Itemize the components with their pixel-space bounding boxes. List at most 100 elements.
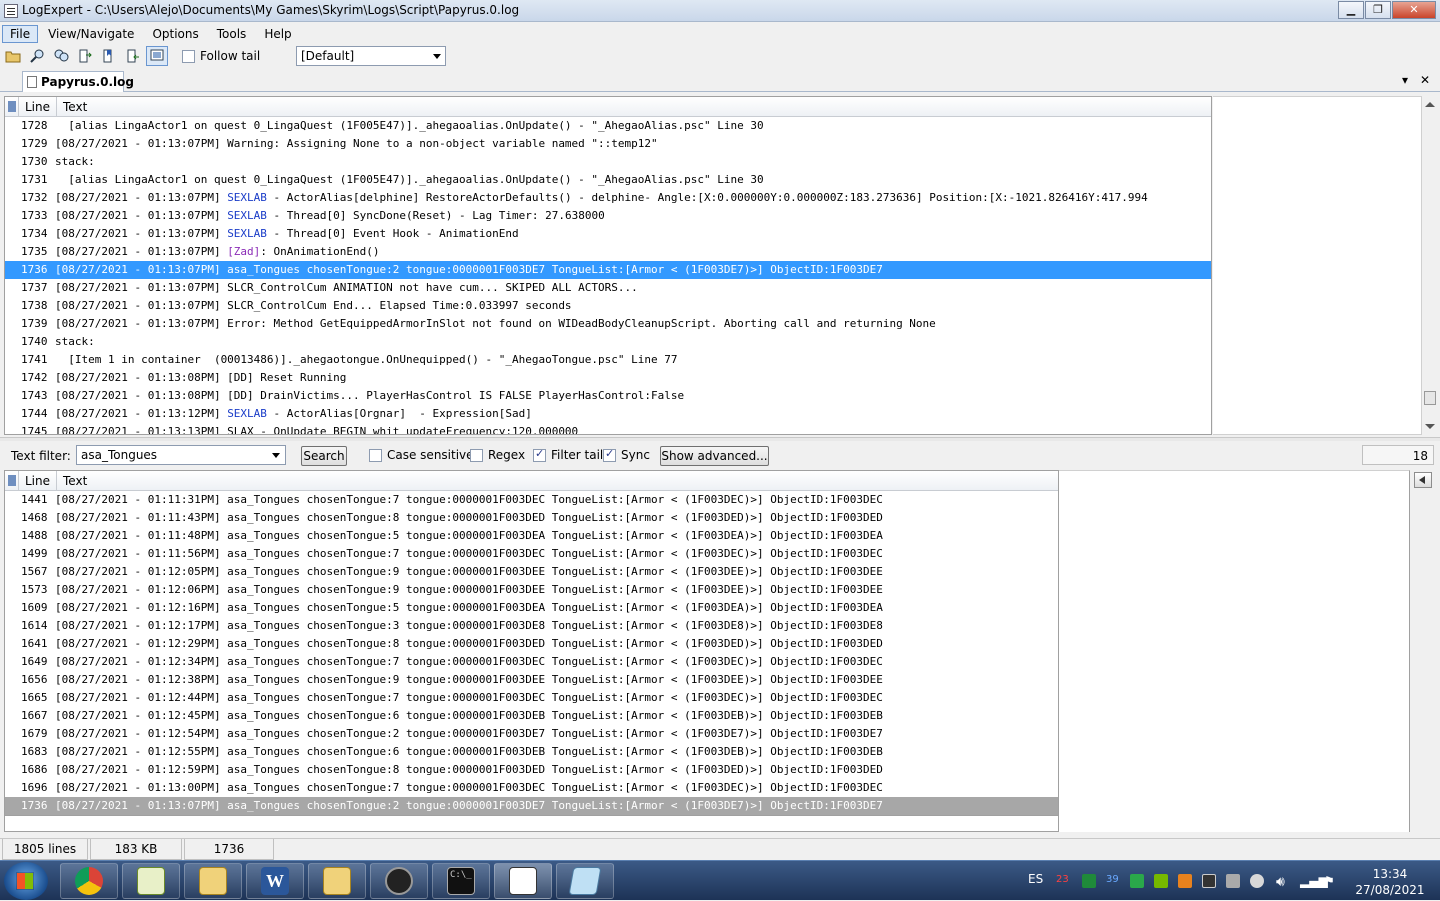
filter-row[interactable]: 1656 [08/27/2021 - 01:12:38PM] asa_Tongue… xyxy=(5,671,1058,689)
log-row[interactable]: 1740 stack: xyxy=(5,333,1211,351)
filter-row[interactable]: 1736 [08/27/2021 - 01:13:07PM] asa_Tongue… xyxy=(5,797,1058,815)
tray-monitor-icon[interactable] xyxy=(1130,874,1144,888)
show-advanced-button[interactable]: Show advanced... xyxy=(660,446,769,466)
follow-tail-checkbox[interactable]: Follow tail xyxy=(182,49,260,63)
case-sensitive-checkbox[interactable]: Case sensitive xyxy=(369,448,474,462)
taskbar-folder[interactable] xyxy=(184,863,242,899)
filter-row[interactable]: 1614 [08/27/2021 - 01:12:17PM] asa_Tongue… xyxy=(5,617,1058,635)
taskbar-clock[interactable]: 13:34 27/08/2021 xyxy=(1350,866,1430,898)
start-button[interactable] xyxy=(4,862,48,900)
pane-splitter[interactable] xyxy=(0,437,1440,441)
open-file-icon[interactable] xyxy=(2,46,24,66)
filter-row[interactable]: 1641 [08/27/2021 - 01:12:29PM] asa_Tongue… xyxy=(5,635,1058,653)
regex-box[interactable] xyxy=(470,448,483,462)
sync-checkbox[interactable]: Sync xyxy=(603,447,650,462)
taskbar-logexpert[interactable] xyxy=(494,863,552,899)
tray-gpu-icon[interactable] xyxy=(1202,874,1216,888)
menu-tools[interactable]: Tools xyxy=(209,25,255,43)
filter-row[interactable]: 1609 [08/27/2021 - 01:12:16PM] asa_Tongue… xyxy=(5,599,1058,617)
tray-tools-icon[interactable] xyxy=(1226,874,1240,888)
menu-options[interactable]: Options xyxy=(144,25,206,43)
language-indicator[interactable]: ES xyxy=(1028,872,1043,886)
filter-row[interactable]: 1499 [08/27/2021 - 01:11:56PM] asa_Tongue… xyxy=(5,545,1058,563)
taskbar-chrome[interactable] xyxy=(60,863,118,899)
menu-help[interactable]: Help xyxy=(256,25,299,43)
filter-row[interactable]: 1649 [08/27/2021 - 01:12:34PM] asa_Tongue… xyxy=(5,653,1058,671)
taskbar-notepad-app[interactable] xyxy=(556,863,614,899)
filter-tail-box[interactable] xyxy=(533,447,546,462)
volume-icon[interactable]: 🔊︎ xyxy=(1276,874,1290,890)
filter-row[interactable]: 1696 [08/27/2021 - 01:13:00PM] asa_Tongue… xyxy=(5,779,1058,797)
taskbar-word[interactable]: W xyxy=(246,863,304,899)
highlight-group-select[interactable]: [Default] xyxy=(296,46,446,66)
column-header-text[interactable]: Text xyxy=(57,471,1058,490)
log-row[interactable]: 1733 [08/27/2021 - 01:13:07PM] SEXLAB - T… xyxy=(5,207,1211,225)
network-icon[interactable]: ▂▄▆ xyxy=(1300,874,1328,888)
log-row[interactable]: 1743 [08/27/2021 - 01:13:08PM] [DD] Drain… xyxy=(5,387,1211,405)
log-row[interactable]: 1736 [08/27/2021 - 01:13:07PM] asa_Tongue… xyxy=(5,261,1211,279)
filter-row[interactable]: 1679 [08/27/2021 - 01:12:54PM] asa_Tongue… xyxy=(5,725,1058,743)
log-row[interactable]: 1735 [08/27/2021 - 01:13:07PM] [Zad]: OnA… xyxy=(5,243,1211,261)
search-button[interactable]: Search xyxy=(301,446,347,466)
filter-row[interactable]: 1468 [08/27/2021 - 01:11:43PM] asa_Tongue… xyxy=(5,509,1058,527)
close-button[interactable]: ✕ xyxy=(1392,1,1436,19)
taskbar-notepad[interactable] xyxy=(122,863,180,899)
search-icon[interactable] xyxy=(26,46,48,66)
scroll-up-icon[interactable] xyxy=(1425,102,1435,107)
tab-list-chevron-icon[interactable]: ▾ xyxy=(1402,73,1408,87)
maximize-button[interactable]: ❐ xyxy=(1365,1,1391,19)
tray-badge-red[interactable]: 23 xyxy=(1056,874,1070,888)
tab-papyrus-log[interactable]: Papyrus.0.log xyxy=(22,71,134,92)
log-row[interactable]: 1742 [08/27/2021 - 01:13:08PM] [DD] Reset… xyxy=(5,369,1211,387)
log-row[interactable]: 1739 [08/27/2021 - 01:13:07PM] Error: Met… xyxy=(5,315,1211,333)
log-row[interactable]: 1728 [alias LingaActor1 on quest 0_Linga… xyxy=(5,117,1211,135)
column-header-text[interactable]: Text xyxy=(57,97,1211,116)
tray-app-icon[interactable] xyxy=(1082,874,1096,888)
scroll-thumb[interactable] xyxy=(1424,391,1436,405)
log-row[interactable]: 1745 [08/27/2021 - 01:13:13PM] SLAX - OnU… xyxy=(5,423,1211,434)
filter-tail-checkbox[interactable]: Filter tail xyxy=(533,447,603,462)
regex-checkbox[interactable]: Regex xyxy=(470,448,525,462)
bookmark-prev-icon[interactable] xyxy=(98,46,120,66)
log-row[interactable]: 1731 [alias LingaActor1 on quest 0_Linga… xyxy=(5,171,1211,189)
follow-tail-box[interactable] xyxy=(182,49,195,63)
nvidia-icon[interactable] xyxy=(1154,874,1168,888)
filter-results-view[interactable]: Line Text 1441 [08/27/2021 - 01:11:31PM] … xyxy=(4,470,1059,816)
column-header-line[interactable]: Line xyxy=(19,471,57,490)
log-view[interactable]: Line Text 1728 [alias LingaActor1 on que… xyxy=(4,96,1212,435)
log-row[interactable]: 1734 [08/27/2021 - 01:13:07PM] SEXLAB - T… xyxy=(5,225,1211,243)
menu-view-navigate[interactable]: View/Navigate xyxy=(40,25,142,43)
bookmark-toggle-icon[interactable] xyxy=(122,46,144,66)
case-sensitive-box[interactable] xyxy=(369,448,382,462)
collapse-arrow-icon[interactable] xyxy=(1414,472,1432,488)
sync-box[interactable] xyxy=(603,447,616,462)
log-row[interactable]: 1738 [08/27/2021 - 01:13:07PM] SLCR_Contr… xyxy=(5,297,1211,315)
bubbles-icon[interactable] xyxy=(146,46,168,66)
log-row[interactable]: 1744 [08/27/2021 - 01:13:12PM] SEXLAB - A… xyxy=(5,405,1211,423)
taskbar-console[interactable]: C:\_ xyxy=(432,863,490,899)
log-row[interactable]: 1729 [08/27/2021 - 01:13:07PM] Warning: A… xyxy=(5,135,1211,153)
log-vertical-scrollbar[interactable] xyxy=(1421,96,1437,435)
log-row[interactable]: 1737 [08/27/2021 - 01:13:07PM] SLCR_Contr… xyxy=(5,279,1211,297)
filter-row[interactable]: 1488 [08/27/2021 - 01:11:48PM] asa_Tongue… xyxy=(5,527,1058,545)
filter-row[interactable]: 1573 [08/27/2021 - 01:12:06PM] asa_Tongue… xyxy=(5,581,1058,599)
log-row[interactable]: 1741 [Item 1 in container (00013486)]._a… xyxy=(5,351,1211,369)
filter-row[interactable]: 1567 [08/27/2021 - 01:12:05PM] asa_Tongue… xyxy=(5,563,1058,581)
filter-row[interactable]: 1683 [08/27/2021 - 01:12:55PM] asa_Tongue… xyxy=(5,743,1058,761)
tray-shield-icon[interactable] xyxy=(1250,874,1264,888)
filter-row[interactable]: 1441 [08/27/2021 - 01:11:31PM] asa_Tongue… xyxy=(5,491,1058,509)
text-filter-input[interactable]: asa_Tongues xyxy=(76,445,286,465)
menu-file[interactable]: File xyxy=(2,24,39,43)
filter-row[interactable]: 1686 [08/27/2021 - 01:12:59PM] asa_Tongue… xyxy=(5,761,1058,779)
taskbar-creation-kit[interactable] xyxy=(370,863,428,899)
tab-close-icon[interactable]: ✕ xyxy=(1420,73,1430,87)
bookmark-next-icon[interactable] xyxy=(74,46,96,66)
tray-badge-blue[interactable]: 39 xyxy=(1106,874,1120,888)
filter-search-icon[interactable] xyxy=(50,46,72,66)
column-header-line[interactable]: Line xyxy=(19,97,57,116)
taskbar-folder-2[interactable] xyxy=(308,863,366,899)
minimize-button[interactable]: ▁ xyxy=(1338,1,1364,19)
scroll-down-icon[interactable] xyxy=(1425,424,1435,429)
filter-row[interactable]: 1667 [08/27/2021 - 01:12:45PM] asa_Tongue… xyxy=(5,707,1058,725)
log-row[interactable]: 1730 stack: xyxy=(5,153,1211,171)
